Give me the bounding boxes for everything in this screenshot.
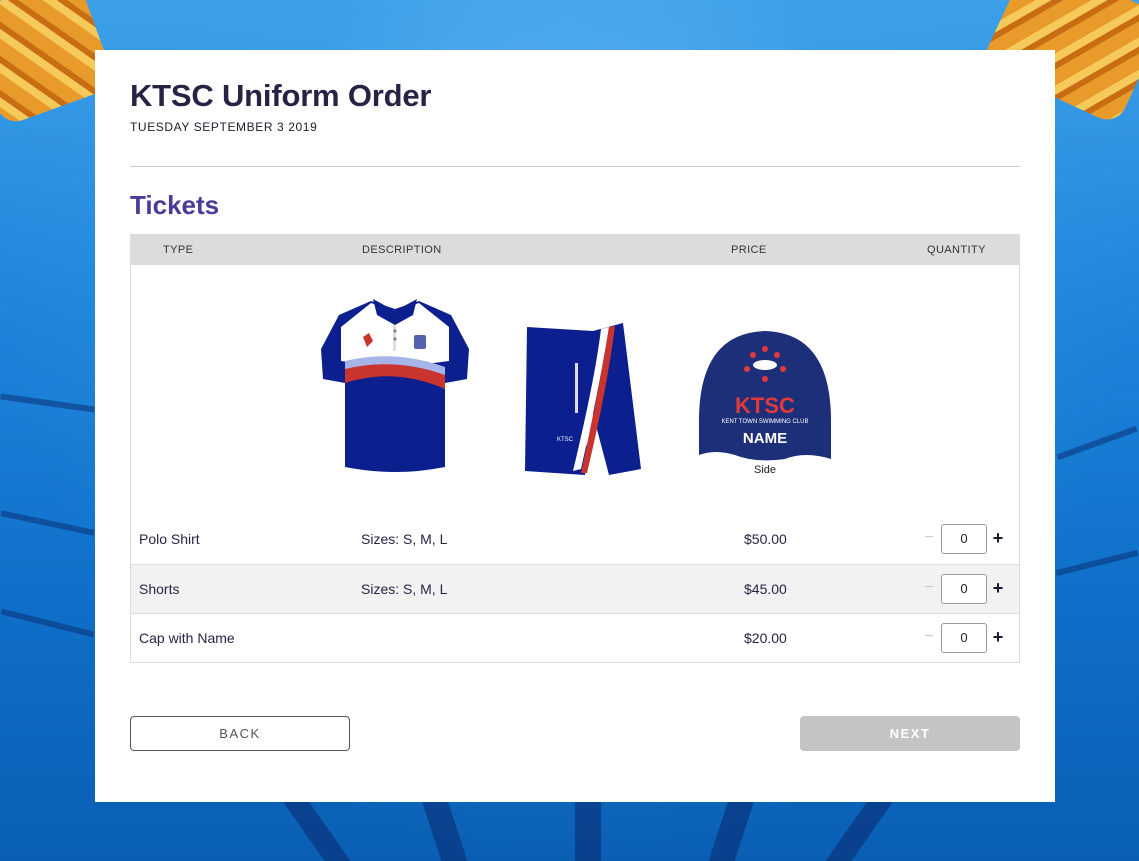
lane-line — [0, 393, 95, 413]
back-button[interactable]: BACK — [130, 716, 350, 751]
shorts-image: KTSC — [525, 323, 641, 475]
row-price: $50.00 — [744, 531, 787, 547]
table-row: Polo Shirt Sizes: S, M, L $50.00 − 0 + — [131, 515, 1019, 564]
cap-club-text: KENT TOWN SWIMMING CLUB — [721, 419, 808, 425]
header-quantity: QUANTITY — [927, 244, 986, 256]
plus-icon[interactable]: + — [991, 579, 1005, 597]
lane-line — [0, 510, 95, 536]
tickets-table: TYPE DESCRIPTION PRICE QUANTITY KTSC KTS… — [130, 234, 1020, 663]
lane-line — [1055, 549, 1139, 577]
cap-brand-text: KTSC — [735, 393, 795, 418]
row-type: Cap with Name — [139, 630, 235, 646]
quantity-stepper: − 0 + — [923, 524, 1003, 556]
order-card: KTSC Uniform Order TUESDAY SEPTEMBER 3 2… — [95, 50, 1055, 802]
row-price: $45.00 — [744, 581, 787, 597]
event-date: TUESDAY SEPTEMBER 3 2019 — [130, 120, 318, 134]
svg-text:KTSC: KTSC — [557, 437, 574, 443]
cap-name-text: NAME — [743, 430, 787, 447]
uniform-images: KTSC KTSC KENT TOWN SWIMMING CLUB NAME S… — [131, 265, 1019, 515]
next-button[interactable]: NEXT — [800, 716, 1020, 751]
header-description: DESCRIPTION — [362, 244, 442, 256]
polo-shirt-image — [321, 299, 469, 472]
header-price: PRICE — [731, 244, 767, 256]
cap-caption-text: Side — [754, 464, 776, 476]
quantity-input[interactable]: 0 — [941, 623, 987, 653]
divider — [130, 166, 1020, 167]
quantity-input[interactable]: 0 — [941, 524, 987, 554]
table-header: TYPE DESCRIPTION PRICE QUANTITY — [131, 235, 1019, 265]
page-title: KTSC Uniform Order — [130, 78, 432, 113]
row-type: Polo Shirt — [139, 531, 200, 547]
header-type: TYPE — [163, 244, 194, 256]
swim-cap-image: KTSC KENT TOWN SWIMMING CLUB NAME Side — [699, 331, 831, 476]
table-row: Shorts Sizes: S, M, L $45.00 − 0 + — [131, 564, 1019, 613]
minus-icon[interactable]: − — [923, 580, 935, 596]
row-price: $20.00 — [744, 630, 787, 646]
quantity-stepper: − 0 + — [923, 623, 1003, 655]
plus-icon[interactable]: + — [991, 529, 1005, 547]
minus-icon[interactable]: − — [923, 629, 935, 645]
row-description: Sizes: S, M, L — [361, 581, 448, 597]
section-heading: Tickets — [130, 190, 220, 220]
table-row: Cap with Name $20.00 − 0 + — [131, 613, 1019, 662]
row-description: Sizes: S, M, L — [361, 531, 448, 547]
quantity-stepper: − 0 + — [923, 574, 1003, 606]
minus-icon[interactable]: − — [923, 530, 935, 546]
lane-line — [0, 608, 95, 638]
row-type: Shorts — [139, 581, 180, 597]
plus-icon[interactable]: + — [991, 628, 1005, 646]
quantity-input[interactable]: 0 — [941, 574, 987, 604]
lane-line — [1056, 425, 1138, 461]
